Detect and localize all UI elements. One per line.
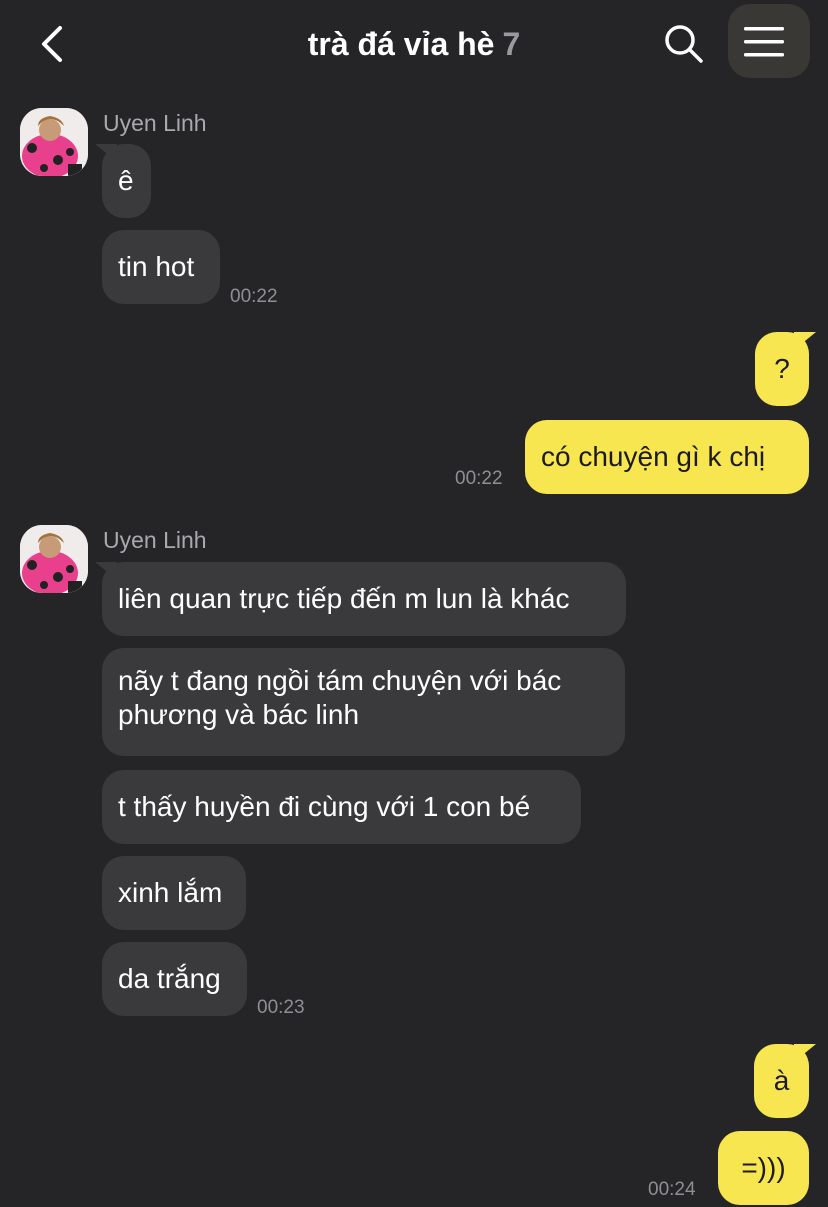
- message-bubble-incoming[interactable]: ê: [102, 144, 151, 218]
- message-text: nãy t đang ngồi tám chuyện với bác phươn…: [118, 665, 562, 730]
- message-time: 00:22: [230, 286, 278, 307]
- message-text: à: [773, 1065, 790, 1096]
- sender-name: Uyen Linh: [103, 527, 207, 553]
- search-icon: [665, 25, 703, 63]
- message-bubble-outgoing[interactable]: ?: [755, 332, 809, 406]
- message-text: xinh lắm: [118, 877, 223, 908]
- message-bubble-incoming[interactable]: da trắng: [102, 942, 247, 1016]
- message-text: liên quan trực tiếp đến m lun là khác: [118, 583, 570, 614]
- avatar[interactable]: [20, 108, 88, 176]
- message-text: =))): [741, 1152, 786, 1183]
- hamburger-menu-icon: [744, 27, 784, 57]
- message-bubble-outgoing[interactable]: =))): [718, 1131, 809, 1205]
- sender-name: Uyen Linh: [103, 110, 207, 136]
- group-name: trà đá vỉa hè: [307, 26, 495, 62]
- message-text: da trắng: [118, 963, 221, 994]
- message-bubble-incoming[interactable]: nãy t đang ngồi tám chuyện với bác phươn…: [102, 648, 625, 756]
- chat-header: trà đá vỉa hè 7: [0, 0, 828, 90]
- message-bubble-incoming[interactable]: t thấy huyền đi cùng với 1 con bé: [102, 770, 581, 844]
- menu-button[interactable]: [728, 4, 810, 78]
- message-text: có chuyện gì k chị: [541, 441, 766, 472]
- member-count: 7: [502, 26, 521, 62]
- message-time: 00:24: [648, 1179, 696, 1200]
- message-time: 00:23: [257, 997, 305, 1018]
- avatar[interactable]: [20, 525, 88, 593]
- message-bubble-outgoing[interactable]: có chuyện gì k chị: [525, 420, 809, 494]
- message-text: tin hot: [118, 251, 195, 282]
- message-text: t thấy huyền đi cùng với 1 con bé: [118, 791, 531, 822]
- message-bubble-outgoing[interactable]: à: [754, 1044, 809, 1118]
- message-text: ?: [774, 353, 790, 384]
- message-bubble-incoming[interactable]: tin hot: [102, 230, 220, 304]
- message-time: 00:22: [455, 468, 503, 489]
- message-bubble-incoming[interactable]: liên quan trực tiếp đến m lun là khác: [102, 562, 626, 636]
- message-bubble-incoming[interactable]: xinh lắm: [102, 856, 246, 930]
- search-button[interactable]: [662, 22, 704, 64]
- message-text: ê: [118, 165, 134, 196]
